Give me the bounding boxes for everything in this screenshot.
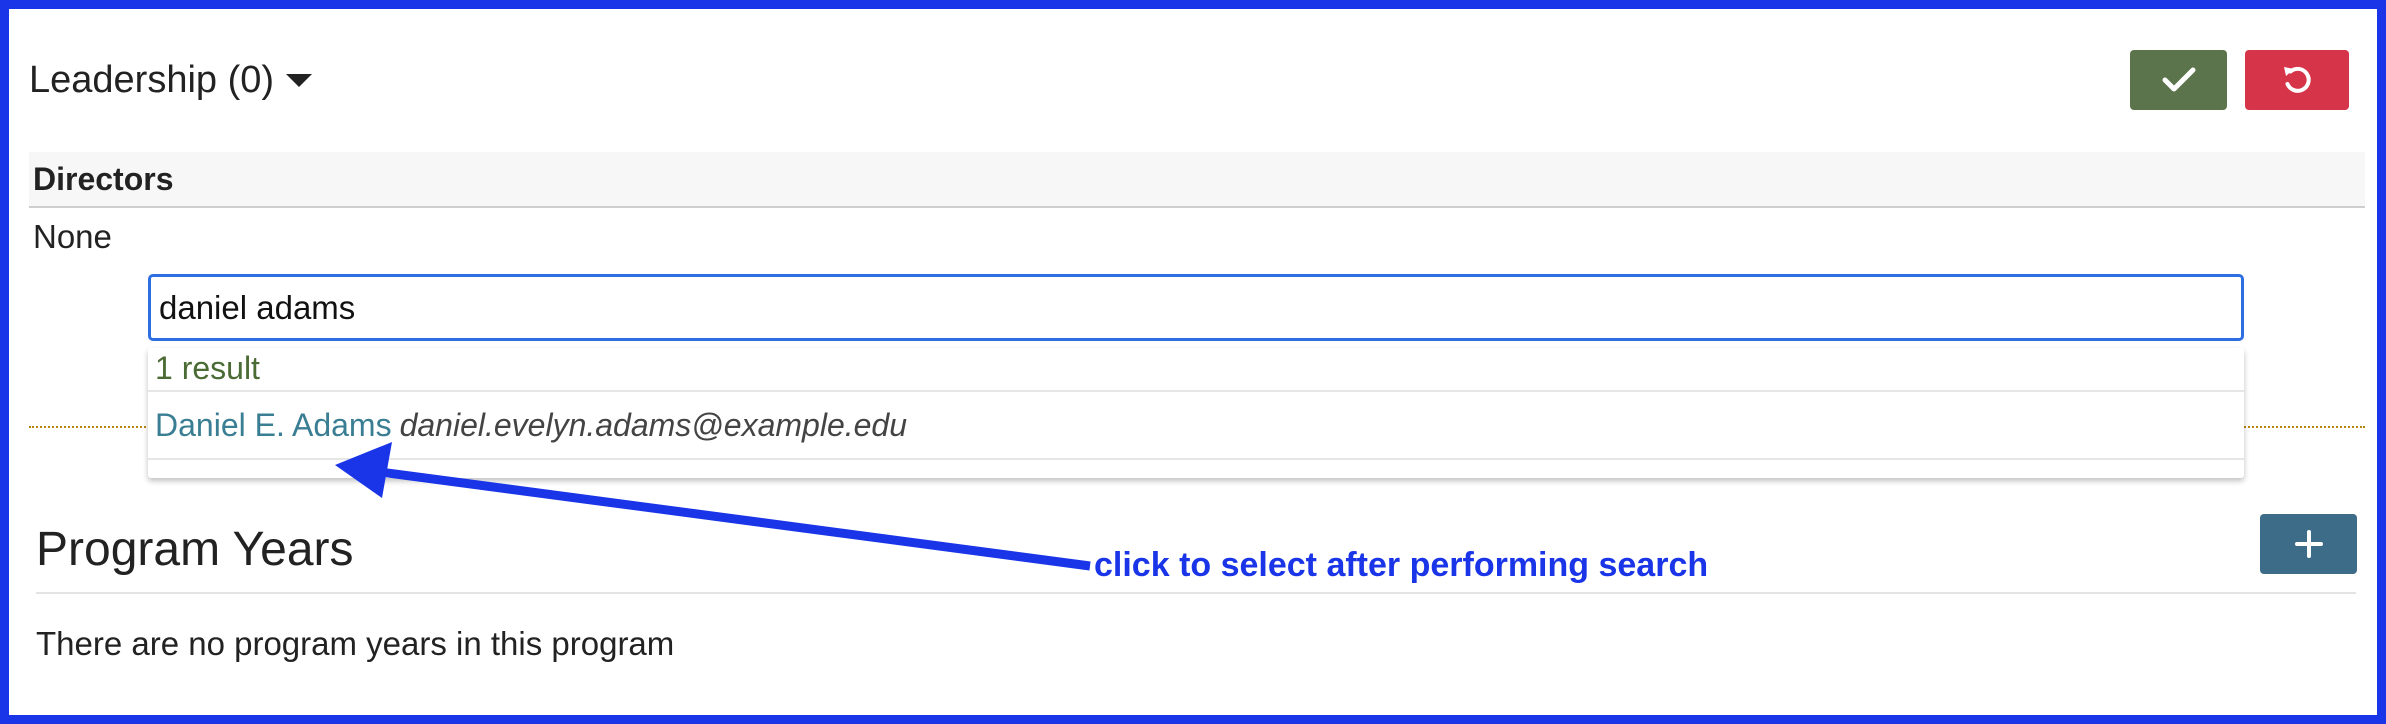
result-email: daniel.evelyn.adams@example.edu — [399, 406, 908, 443]
section-divider — [36, 592, 2356, 594]
empty-program-years-message: There are no program years in this progr… — [36, 625, 675, 662]
caret-down-icon[interactable] — [286, 73, 313, 87]
result-count: 1 result — [148, 348, 2244, 392]
save-button[interactable] — [2130, 50, 2227, 110]
director-search-input[interactable] — [148, 274, 2244, 341]
result-item[interactable]: Daniel E. Adams daniel.evelyn.adams@exam… — [148, 392, 2244, 460]
directors-value: None — [33, 218, 112, 255]
leadership-header[interactable]: Leadership (0) — [29, 52, 313, 108]
undo-icon — [2284, 66, 2311, 93]
leadership-title: Leadership (0) — [29, 58, 275, 101]
program-years-title: Program Years — [36, 523, 354, 576]
result-name[interactable]: Daniel E. Adams — [155, 407, 392, 444]
check-icon — [2162, 67, 2195, 92]
plus-icon — [2294, 530, 2323, 558]
directors-header-label: Directors — [33, 160, 174, 197]
directors-header: Directors — [29, 152, 2365, 208]
annotation-text: click to select after performing search — [1094, 546, 1709, 584]
cancel-button[interactable] — [2245, 50, 2349, 110]
search-results-dropdown: 1 result Daniel E. Adams daniel.evelyn.a… — [148, 348, 2244, 478]
add-program-year-button[interactable] — [2260, 514, 2357, 574]
